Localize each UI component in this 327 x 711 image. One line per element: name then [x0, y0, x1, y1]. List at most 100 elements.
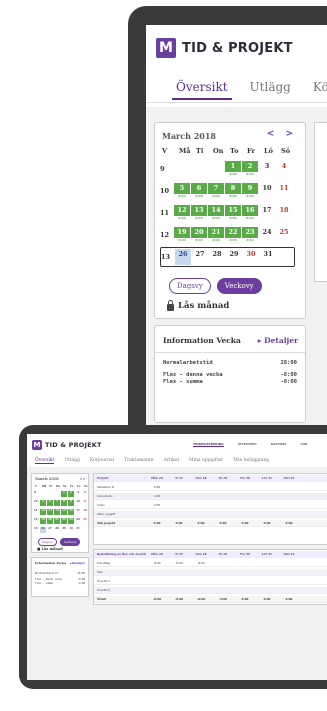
- calendar-day-small[interactable]: 17: [75, 509, 81, 515]
- lock-month-button-small[interactable]: ■ Lås månad: [37, 547, 63, 551]
- calendar-day[interactable]: 8 8:00: [225, 183, 241, 199]
- tab-traktamente-small[interactable]: Traktamente: [124, 458, 153, 464]
- calendar-day-small[interactable]: 21: [54, 518, 60, 524]
- calendar-day[interactable]: 24: [259, 227, 275, 243]
- calendar-day[interactable]: 10: [259, 183, 275, 199]
- calendar-day-small[interactable]: 4: [82, 491, 88, 497]
- grid-row-label[interactable]: Flexuttag: [94, 561, 146, 565]
- calendar-day[interactable]: 20 8:00: [191, 227, 207, 243]
- calendar-day-small[interactable]: 30: [68, 527, 74, 533]
- tab-utlagg-small[interactable]: Utlägg: [64, 458, 79, 464]
- grid-cell[interactable]: 3:00: [146, 503, 168, 507]
- nav-tidregistrering[interactable]: TIDREGISTRERING: [193, 442, 224, 447]
- grid-row-label[interactable]: Peter uppgift: [94, 512, 146, 516]
- calendar-day[interactable]: 31: [260, 249, 276, 265]
- calendar-day[interactable]: 12 8:00: [174, 205, 190, 221]
- grid-cell[interactable]: -8:00: [168, 597, 190, 601]
- grid-cell[interactable]: -8:00: [190, 597, 212, 601]
- nav-attestera[interactable]: ATTESTERA: [238, 442, 257, 447]
- calendar-day[interactable]: 9 8:00: [242, 183, 258, 199]
- grid-cell[interactable]: -8:00: [190, 561, 212, 565]
- calendar-day[interactable]: 21 8:00: [208, 227, 224, 243]
- day-view-button[interactable]: Dagsvy: [169, 278, 211, 294]
- day-view-button-small[interactable]: Dagsvy: [38, 538, 58, 546]
- calendar-day-small[interactable]: 27: [47, 527, 53, 533]
- tab-korjournal[interactable]: Körjourn: [313, 80, 327, 94]
- calendar-day[interactable]: 14 8:00: [208, 205, 224, 221]
- calendar-day-small[interactable]: 16: [68, 509, 74, 515]
- calendar-day[interactable]: 22 8:00: [225, 227, 241, 243]
- calendar-day[interactable]: 6 8:00: [191, 183, 207, 199]
- grid-cell[interactable]: 0:00: [256, 521, 278, 525]
- calendar-day-small[interactable]: 29: [61, 527, 67, 533]
- grid-row-label[interactable]: Övertid 1: [94, 579, 146, 583]
- calendar-day[interactable]: 13 8:00: [191, 205, 207, 221]
- calendar-day[interactable]: 1 8:00: [225, 161, 241, 177]
- calendar-day-small[interactable]: 10: [75, 500, 81, 506]
- grid-cell[interactable]: -8:00: [146, 597, 168, 601]
- calendar-day-small[interactable]: 11: [82, 500, 88, 506]
- calendar-day-small[interactable]: 5: [40, 500, 46, 506]
- grid-cell[interactable]: 0:00: [212, 521, 234, 525]
- calendar-nav-arrows[interactable]: < >: [267, 129, 297, 139]
- week-view-button[interactable]: Veckovy: [216, 278, 262, 294]
- grid-cell[interactable]: 4:00: [146, 494, 168, 498]
- tab-mina-uppgifter-small[interactable]: Mina uppgifter: [189, 458, 223, 464]
- tab-utlagg[interactable]: Utlägg: [250, 80, 291, 94]
- calendar-day-small[interactable]: 3: [75, 491, 81, 497]
- grid-cell[interactable]: 0:00: [234, 597, 256, 601]
- calendar-day[interactable]: 28: [209, 249, 225, 265]
- calendar-day-small[interactable]: 19: [40, 518, 46, 524]
- calendar-day-small[interactable]: 23: [68, 518, 74, 524]
- calendar-day-small[interactable]: 22: [61, 518, 67, 524]
- calendar-day[interactable]: 30: [243, 249, 259, 265]
- nav-lon[interactable]: LÖN: [301, 442, 308, 447]
- details-link-small[interactable]: ▸Detaljer: [70, 561, 85, 565]
- calendar-day[interactable]: 7 8:00: [208, 183, 224, 199]
- tab-oversikt[interactable]: Översikt: [172, 80, 232, 100]
- calendar-day-small[interactable]: 25: [82, 518, 88, 524]
- calendar-day-small[interactable]: 24: [75, 518, 81, 524]
- calendar-day[interactable]: 5 8:00: [174, 183, 190, 199]
- calendar-day[interactable]: 11: [276, 183, 292, 199]
- grid-cell[interactable]: -8:00: [168, 561, 190, 565]
- week-view-button-small[interactable]: Veckovy: [60, 538, 81, 546]
- calendar-day-small[interactable]: 13: [47, 509, 53, 515]
- calendar-day[interactable]: 16 8:00: [242, 205, 258, 221]
- grid-cell[interactable]: 0:00: [278, 521, 300, 525]
- grid-cell[interactable]: 0:00: [168, 521, 190, 525]
- calendar-day-small[interactable]: 15: [61, 509, 67, 515]
- calendar-day-small[interactable]: 18: [82, 509, 88, 515]
- calendar-day-small[interactable]: 28: [54, 527, 60, 533]
- calendar-day[interactable]: 25: [276, 227, 292, 243]
- grid-cell[interactable]: -8:00: [146, 561, 168, 565]
- calendar-day-small[interactable]: 9: [68, 500, 74, 506]
- grid-cell[interactable]: 8:00: [146, 485, 168, 489]
- calendar-day[interactable]: 3: [259, 161, 275, 177]
- grid-row-label[interactable]: Flex: [94, 570, 146, 574]
- calendar-day-small[interactable]: 31: [75, 527, 81, 533]
- grid-cell[interactable]: 0:00: [146, 521, 168, 525]
- calendar-day-small[interactable]: 1: [61, 491, 67, 497]
- app-brand-small[interactable]: M TID & PROJEKT: [32, 440, 102, 450]
- details-link[interactable]: ▸ Detaljer: [258, 336, 298, 345]
- calendar-day-small[interactable]: 20: [47, 518, 53, 524]
- grid-row-label[interactable]: Totalt: [94, 597, 146, 601]
- calendar-day[interactable]: 19 8:00: [174, 227, 190, 243]
- calendar-day-small[interactable]: 2: [68, 491, 74, 497]
- grid-cell[interactable]: 0:00: [278, 597, 300, 601]
- lock-month-button[interactable]: Lås månad: [167, 300, 229, 311]
- grid-row-label[interactable]: Välj projekt: [94, 521, 146, 525]
- calendar-day[interactable]: 17: [259, 205, 275, 221]
- calendar-day-small[interactable]: 6: [47, 500, 53, 506]
- grid-row-label[interactable]: Sebastian R.: [94, 485, 146, 489]
- grid-row-label[interactable]: Intern: [94, 503, 146, 507]
- tab-oversikt-small[interactable]: Översikt: [35, 458, 55, 464]
- grid-cell[interactable]: 0:00: [190, 521, 212, 525]
- grid-cell[interactable]: -4:00: [212, 597, 234, 601]
- calendar-nav-arrows-small[interactable]: < >: [80, 477, 85, 481]
- grid-row-label[interactable]: Konsultarb..: [94, 494, 146, 498]
- grid-cell[interactable]: 0:00: [256, 597, 278, 601]
- calendar-day-small[interactable]: 26: [40, 527, 46, 533]
- tab-min-belaggning-small[interactable]: Min beläggning: [233, 458, 269, 464]
